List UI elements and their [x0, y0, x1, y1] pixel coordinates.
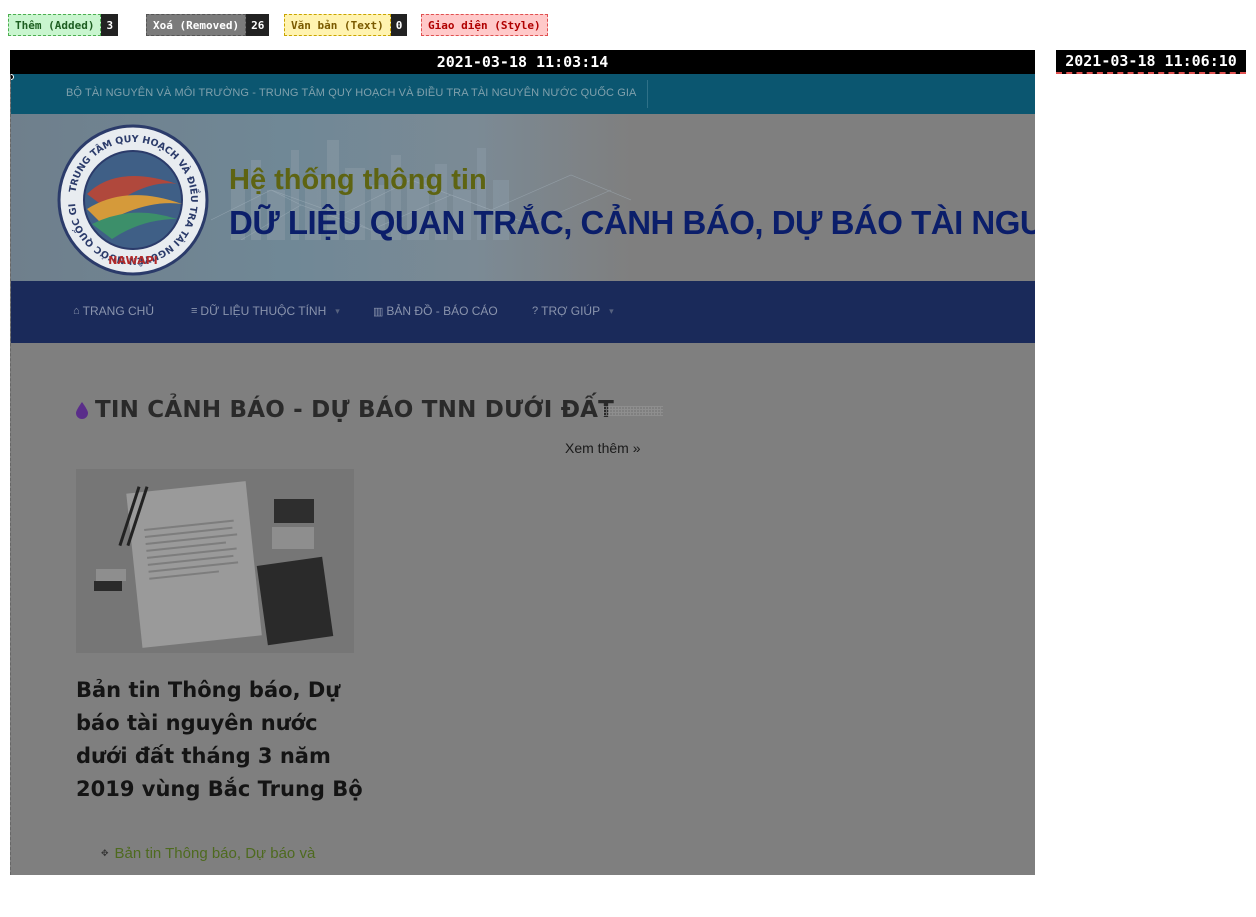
chevron-down-icon: ▾ [609, 305, 614, 316]
water-drop-icon [76, 402, 88, 419]
section-heading: TIN CẢNH BÁO - DỰ BÁO TNN DƯỚI ĐẤT [75, 397, 614, 423]
site-title-line2: DỮ LIỆU QUAN TRẮC, CẢNH BÁO, DỰ BÁO TÀI … [229, 204, 1035, 241]
section-title-text: TIN CẢNH BÁO - DỰ BÁO TNN DƯỚI ĐẤT [95, 397, 615, 423]
site-topbar: BỘ TÀI NGUYÊN VÀ MÔI TRƯỜNG - TRUNG TÂM … [11, 74, 1035, 114]
page-snapshot: BỘ TÀI NGUYÊN VÀ MÔI TRƯỜNG - TRUNG TÂM … [10, 74, 1035, 875]
diff-viewer: Thêm (Added) 3 Xoá (Removed) 26 Văn bản … [0, 0, 1256, 917]
legend-text: Văn bản (Text) 0 [284, 14, 408, 36]
site-title-line1: Hệ thống thông tin [229, 164, 487, 196]
topbar-divider [647, 80, 648, 108]
logo-brand-text: NAWAPI [108, 254, 158, 267]
legend-style: Giao diện (Style) [421, 14, 548, 36]
legend-removed-count: 26 [246, 14, 270, 36]
see-more-link[interactable]: Xem thêm » [565, 440, 640, 456]
article-thumbnail-image[interactable] [76, 469, 354, 653]
related-article-link[interactable]: Bản tin Thông báo, Dự báo và [115, 845, 316, 862]
legend-text-count: 0 [390, 14, 408, 36]
topbar-text: BỘ TÀI NGUYÊN VÀ MÔI TRƯỜNG - TRUNG TÂM … [66, 87, 637, 99]
home-icon: ⌂ [73, 305, 80, 317]
article-title-link[interactable]: Bản tin Thông báo, Dự báo tài nguyên nướ… [76, 674, 366, 806]
nav-item-map-report-label: BẢN ĐỒ - BÁO CÁO [386, 304, 498, 318]
legend-text-label: Văn bản (Text) [284, 14, 391, 36]
nav-item-help-label: TRỢ GIÚP [541, 304, 601, 318]
timestamp-after: 2021-03-18 11:06:10 [1056, 50, 1246, 74]
section-decoration [603, 406, 663, 416]
legend-removed: Xoá (Removed) 26 [146, 14, 270, 36]
nav-item-map-report[interactable]: ▥ BẢN ĐỒ - BÁO CÁO [373, 304, 498, 318]
chevron-down-icon: ▾ [335, 305, 340, 316]
legend-added-label: Thêm (Added) [8, 14, 102, 36]
legend-style-label: Giao diện (Style) [421, 14, 548, 36]
nav-item-help[interactable]: ? TRỢ GIÚP ▾ [532, 304, 614, 318]
help-icon: ? [532, 305, 539, 317]
nawapi-logo-icon: TRUNG TÂM QUY HOẠCH VÀ ĐIỀU TRA TÀI NGUY… [57, 124, 209, 276]
legend-removed-label: Xoá (Removed) [146, 14, 247, 36]
nav-item-attribute-data-label: DỮ LIỆU THUỘC TÍNH [200, 304, 327, 318]
nav-item-attribute-data[interactable]: ≡ DỮ LIỆU THUỘC TÍNH ▾ [191, 304, 340, 318]
main-navbar: ⌂ TRANG CHỦ ≡ DỮ LIỆU THUỘC TÍNH ▾ ▥ BẢN… [11, 281, 1035, 343]
nav-item-home-label: TRANG CHỦ [82, 304, 154, 318]
timestamp-before: 2021-03-18 11:03:14 [10, 50, 1035, 74]
map-icon: ▥ [373, 305, 384, 318]
legend-added-count: 3 [101, 14, 119, 36]
related-article-item[interactable]: ✥ Bản tin Thông báo, Dự báo và [101, 845, 315, 862]
nav-item-home[interactable]: ⌂ TRANG CHỦ [73, 304, 154, 318]
site-banner: TRUNG TÂM QUY HOẠCH VÀ ĐIỀU TRA TÀI NGUY… [11, 114, 1035, 281]
bullet-icon: ✥ [101, 848, 109, 858]
database-icon: ≡ [191, 305, 198, 317]
legend-added: Thêm (Added) 3 [8, 14, 119, 36]
